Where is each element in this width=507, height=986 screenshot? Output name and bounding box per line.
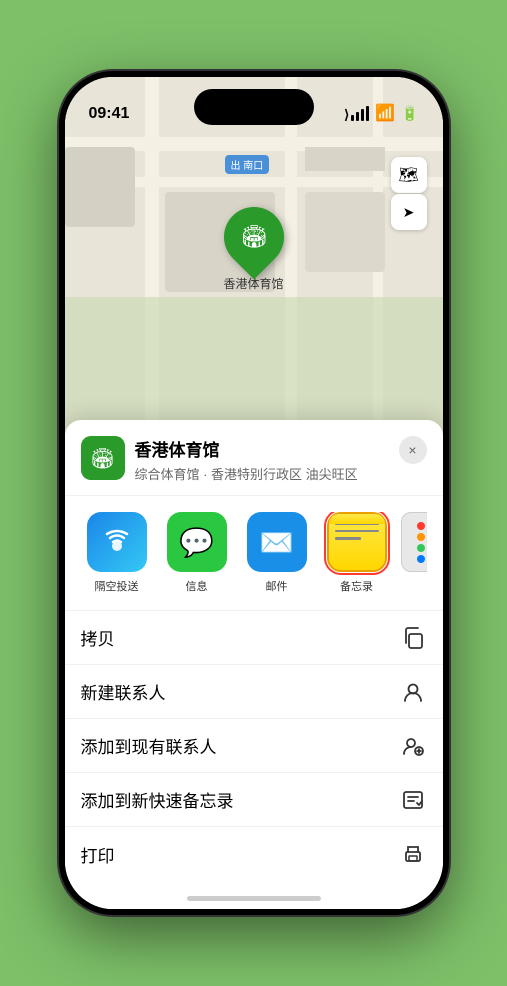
location-button[interactable]: ➤ [391,194,427,230]
home-indicator [187,896,321,901]
messages-icon: 💬 [167,512,227,572]
signal-bars-icon [351,106,369,121]
action-print[interactable]: 打印 [65,827,443,881]
notes-label: 备忘录 [340,578,373,594]
phone-frame: 09:41 ⟩ 📶 🔋 [59,71,449,915]
share-app-airdrop[interactable]: 隔空投送 [81,512,153,594]
share-app-messages[interactable]: 💬 信息 [161,512,233,594]
location-icon: ⟩ [344,107,349,123]
share-app-mail[interactable]: ✉️ 邮件 [241,512,313,594]
map-block-3 [65,147,135,227]
venue-icon: 🏟 [81,436,125,480]
airdrop-label: 隔空投送 [95,578,139,594]
messages-label: 信息 [186,578,208,594]
phone-screen: 09:41 ⟩ 📶 🔋 [65,77,443,909]
action-add-existing-contact-label: 添加到现有联系人 [81,733,399,758]
home-indicator-area [65,881,443,909]
add-existing-contact-icon [399,732,427,760]
add-quick-note-icon [399,786,427,814]
action-list: 拷贝 新建联系人 [65,611,443,881]
map-road-h3 [305,147,385,171]
action-add-existing-contact[interactable]: 添加到现有联系人 [65,719,443,773]
action-copy-label: 拷贝 [81,625,399,650]
marker-emoji: 🏟 [240,224,268,250]
venue-header: 🏟 香港体育馆 综合体育馆 · 香港特别行政区 油尖旺区 × [65,420,443,496]
mail-icon: ✉️ [247,512,307,572]
airdrop-icon [87,512,147,572]
map-label-prefix: 出 [231,161,244,172]
action-add-quick-note-label: 添加到新快速备忘录 [81,787,399,812]
action-new-contact[interactable]: 新建联系人 [65,665,443,719]
venue-subtitle: 综合体育馆 · 香港特别行政区 油尖旺区 [135,464,391,483]
action-new-contact-label: 新建联系人 [81,679,399,704]
map-type-icon: 🗺 [398,165,418,185]
map-block-2 [305,192,385,272]
close-icon: × [408,442,416,458]
print-icon [399,840,427,868]
status-icons: 📶 🔋 [351,103,418,123]
mail-label: 邮件 [266,578,288,594]
new-contact-icon [399,678,427,706]
dynamic-island [194,89,314,125]
share-app-more[interactable] [401,512,427,594]
close-button[interactable]: × [399,436,427,464]
share-app-notes[interactable]: 备忘录 [321,512,393,594]
action-copy[interactable]: 拷贝 [65,611,443,665]
action-print-label: 打印 [81,842,399,867]
map-type-button[interactable]: 🗺 [391,157,427,193]
marker-bubble: 🏟 [211,195,296,280]
venue-info: 香港体育馆 综合体育馆 · 香港特别行政区 油尖旺区 [135,436,391,483]
share-apps-container: 隔空投送 💬 信息 ✉️ 邮件 [81,512,427,594]
wifi-icon: 📶 [375,103,395,123]
copy-icon [399,624,427,652]
more-icon [401,512,427,572]
venue-emoji: 🏟 [90,446,115,471]
location-arrow-icon: ➤ [403,204,415,221]
bottom-sheet: 🏟 香港体育馆 综合体育馆 · 香港特别行政区 油尖旺区 × [65,420,443,909]
map-label: 出 南口 [225,155,270,174]
share-row: 隔空投送 💬 信息 ✉️ 邮件 [65,496,443,611]
notes-icon [327,512,387,572]
venue-name: 香港体育馆 [135,436,391,461]
battery-icon: 🔋 [401,105,418,122]
action-add-quick-note[interactable]: 添加到新快速备忘录 [65,773,443,827]
map-marker: 🏟 香港体育馆 [223,207,283,292]
map-controls: 🗺 ➤ [391,157,427,230]
